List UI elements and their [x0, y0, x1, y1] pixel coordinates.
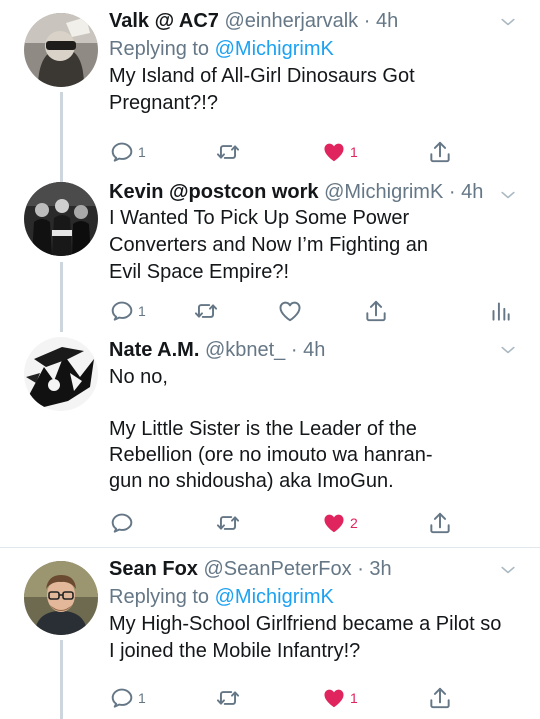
thread-line: [60, 640, 63, 719]
avatar[interactable]: [24, 561, 98, 635]
reply-button[interactable]: 1: [109, 296, 146, 326]
tweet-actions: 1 1: [109, 683, 529, 713]
tweet-header: Nate A.M. @kbnet_ · 4h: [109, 339, 326, 361]
user-handle[interactable]: @SeanPeterFox: [203, 558, 351, 580]
retweet-icon: [215, 510, 241, 536]
tweet-actions: 1: [109, 296, 529, 326]
tweet-text: No no, My Little Sister is the Leader of…: [109, 366, 433, 492]
share-button[interactable]: [427, 508, 453, 538]
avatar[interactable]: [24, 13, 98, 87]
share-icon: [427, 139, 453, 165]
share-button[interactable]: [427, 683, 453, 713]
timestamp[interactable]: 4h: [461, 181, 483, 203]
tweet-header: Kevin @postcon work @MichigrimK · 4h: [109, 181, 484, 203]
replying-to: Replying to @MichigrimK: [109, 36, 520, 62]
retweet-icon: [215, 139, 241, 165]
heart-filled-icon: [321, 139, 347, 165]
heart-filled-icon: [321, 510, 347, 536]
share-button[interactable]: [427, 137, 453, 167]
tweet-header: Sean Fox @SeanPeterFox · 3h: [109, 558, 392, 580]
tweet-actions: 1 1: [109, 137, 529, 167]
display-name[interactable]: Kevin @postcon work: [109, 181, 319, 203]
reply-button[interactable]: 1: [109, 137, 146, 167]
tweet-header: Valk @ AC7 @einherjarvalk · 4h: [109, 10, 399, 32]
analytics-button[interactable]: [487, 296, 513, 326]
avatar-person-glasses-icon: [24, 561, 98, 635]
tweet-sean[interactable]: Sean Fox @SeanPeterFox · 3h Replying to …: [0, 548, 540, 719]
share-icon: [363, 298, 389, 324]
avatar-manga-icon: [24, 337, 98, 411]
display-name[interactable]: Sean Fox: [109, 558, 198, 580]
timestamp[interactable]: 3h: [369, 558, 391, 580]
tweet-kevin[interactable]: Kevin @postcon work @MichigrimK · 4h I W…: [0, 181, 540, 332]
like-button[interactable]: 1: [321, 137, 358, 167]
chevron-down-icon[interactable]: [498, 12, 518, 32]
thread-line: [60, 262, 63, 332]
user-handle[interactable]: @MichigrimK: [324, 181, 443, 203]
reply-button[interactable]: 1: [109, 683, 146, 713]
like-count: 2: [350, 515, 358, 531]
reply-count: 1: [138, 303, 146, 319]
replying-to-label: Replying to: [109, 586, 210, 608]
like-count: 1: [350, 144, 358, 160]
reply-button[interactable]: [109, 508, 138, 538]
like-button[interactable]: 1: [321, 683, 358, 713]
reply-icon: [109, 510, 135, 536]
like-count: 1: [350, 690, 358, 706]
reply-count: 1: [138, 690, 146, 706]
avatar[interactable]: [24, 182, 98, 256]
heart-icon: [277, 298, 303, 324]
tweet-actions: 2: [109, 508, 529, 538]
reply-icon: [109, 298, 135, 324]
display-name[interactable]: Valk @ AC7: [109, 10, 219, 32]
replying-to-label: Replying to: [109, 38, 210, 60]
replying-to-handle[interactable]: @MichigrimK: [215, 38, 334, 60]
retweet-button[interactable]: [215, 683, 244, 713]
retweet-button[interactable]: [193, 296, 222, 326]
display-name[interactable]: Nate A.M.: [109, 339, 199, 361]
share-icon: [427, 510, 453, 536]
reply-icon: [109, 139, 135, 165]
chevron-down-icon[interactable]: [498, 560, 518, 580]
chevron-down-icon[interactable]: [498, 185, 518, 205]
retweet-icon: [193, 298, 219, 324]
retweet-button[interactable]: [215, 508, 244, 538]
avatar[interactable]: [24, 337, 98, 411]
timestamp[interactable]: 4h: [303, 339, 325, 361]
tweet-valk[interactable]: Valk @ AC7 @einherjarvalk · 4h Replying …: [0, 0, 540, 182]
tweet-text: My High-School Girlfriend became a Pilot…: [109, 613, 502, 662]
reply-icon: [109, 685, 135, 711]
avatar-group-icon: [24, 182, 98, 256]
replying-to-handle[interactable]: @MichigrimK: [215, 586, 334, 608]
tweet-text: I Wanted To Pick Up Some Power Converter…: [109, 207, 429, 283]
thread-line: [60, 92, 63, 182]
tweet-text: My Island of All-Girl Dinosaurs Got Preg…: [109, 65, 415, 114]
replying-to: Replying to @MichigrimK: [109, 584, 520, 610]
chevron-down-icon[interactable]: [498, 340, 518, 360]
analytics-icon: [487, 298, 513, 324]
user-handle[interactable]: @einherjarvalk: [224, 10, 358, 32]
reply-count: 1: [138, 144, 146, 160]
like-button[interactable]: 2: [321, 508, 358, 538]
share-icon: [427, 685, 453, 711]
retweet-button[interactable]: [215, 137, 244, 167]
like-button[interactable]: [277, 296, 306, 326]
timestamp[interactable]: 4h: [376, 10, 398, 32]
retweet-icon: [215, 685, 241, 711]
user-handle[interactable]: @kbnet_: [205, 339, 285, 361]
share-button[interactable]: [363, 296, 389, 326]
tweet-nate[interactable]: Nate A.M. @kbnet_ · 4h No no, My Little …: [0, 332, 540, 546]
avatar-person-icon: [24, 13, 98, 87]
heart-filled-icon: [321, 685, 347, 711]
